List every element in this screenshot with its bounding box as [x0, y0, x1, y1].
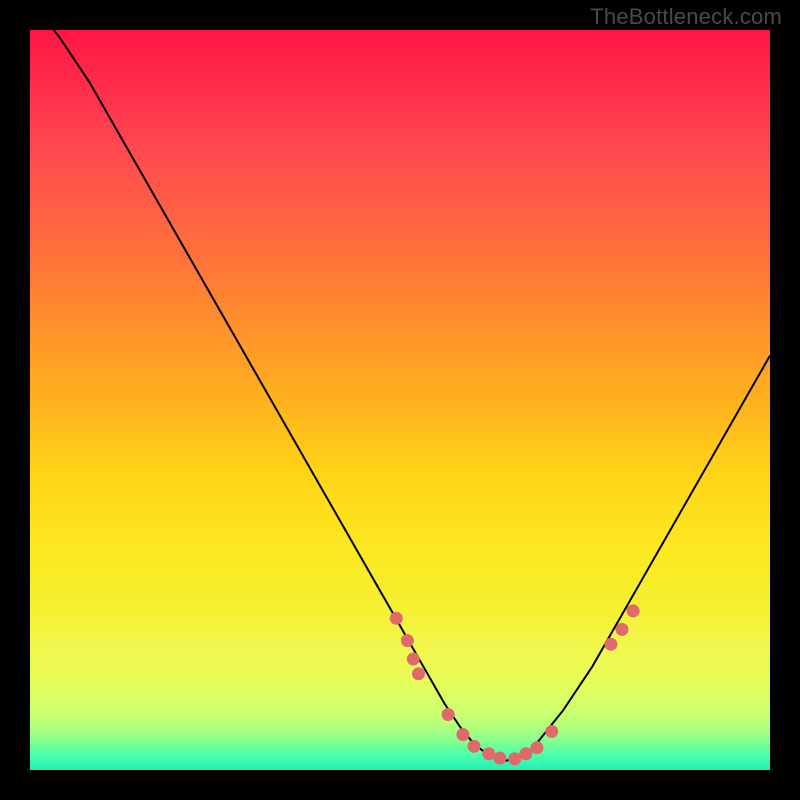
chart-marker: [604, 638, 617, 651]
chart-overlay: [30, 30, 770, 770]
chart-plot-area: [30, 30, 770, 770]
chart-marker: [508, 752, 521, 765]
chart-marker: [442, 708, 455, 721]
chart-marker: [412, 667, 425, 680]
chart-marker: [401, 634, 414, 647]
chart-marker: [456, 728, 469, 741]
chart-marker: [545, 725, 558, 738]
chart-marker: [519, 747, 532, 760]
chart-markers: [390, 604, 640, 765]
chart-marker: [407, 653, 420, 666]
chart-marker: [482, 747, 495, 760]
chart-marker: [616, 623, 629, 636]
chart-marker: [493, 752, 506, 765]
watermark-text: TheBottleneck.com: [590, 4, 782, 30]
chart-curve: [30, 30, 770, 761]
chart-marker: [468, 740, 481, 753]
chart-marker: [627, 604, 640, 617]
chart-marker: [530, 741, 543, 754]
chart-marker: [390, 612, 403, 625]
